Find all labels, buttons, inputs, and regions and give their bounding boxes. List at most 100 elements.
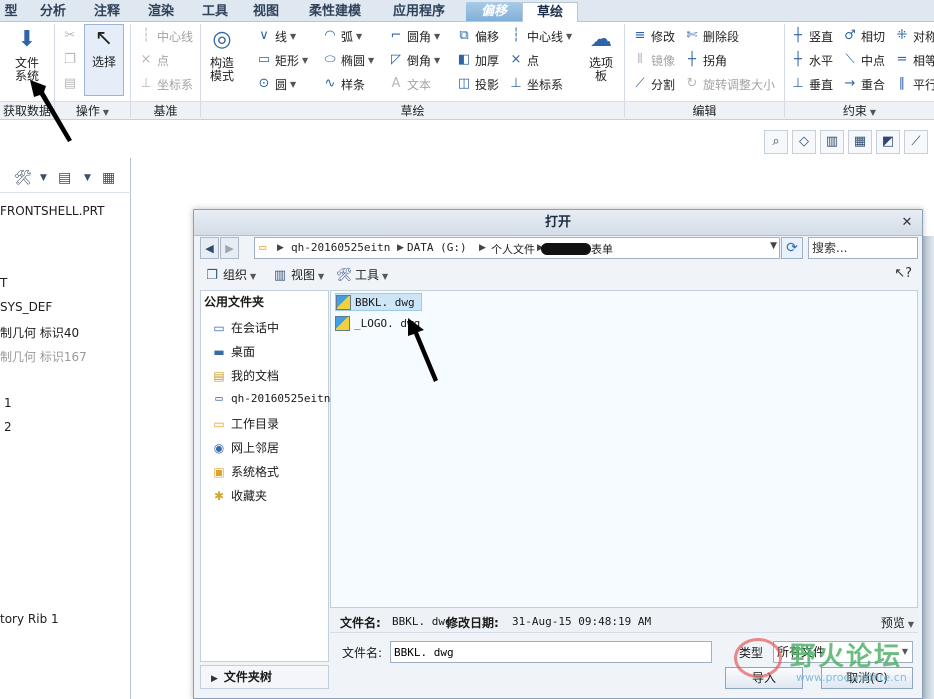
breadcrumb-forms[interactable]: 表单 [591,241,613,257]
parallel-constraint-button[interactable]: ∥ 平行 [894,74,934,94]
sketch-centerline-button[interactable]: ┆ 中心线 ▼ [508,26,572,46]
tab-sketch[interactable]: 草绘 [522,2,578,23]
tree-item-rib[interactable]: tory Rib 1 [0,612,59,626]
ellipse-button[interactable]: ⬭ 椭圆 ▼ [322,50,374,70]
tab-view[interactable]: 视图 [246,2,286,21]
chevron-down-icon[interactable]: ▼ [84,173,91,183]
tree-item-csys[interactable]: SYS_DEF [0,300,52,314]
corner-button[interactable]: ┼ 拐角 [684,50,727,70]
text-button[interactable]: A 文本 [388,74,431,94]
folder-tree-toggle[interactable]: ▶ 文件夹树 [200,665,329,689]
rotate-resize-button[interactable]: ↻ 旋转调整大小 [684,74,775,94]
tree-item-part[interactable]: FRONTSHELL.PRT [0,204,104,218]
tab-render[interactable]: 渲染 [140,2,182,21]
tab-annotate[interactable]: 注释 [86,2,128,21]
paste-button[interactable]: ▤ [62,74,81,94]
chevron-down-icon[interactable]: ▼ [770,241,777,251]
construct-mode-button[interactable]: ◎ 构造 模式 [204,26,240,83]
copy-button[interactable]: ❐ [62,50,81,70]
tab-model[interactable]: 型 [0,2,22,21]
address-bar[interactable]: ▭ ▶ qh-20160525eitn ▶ DATA (G:) ▶ 个人文件 ▶… [254,237,780,259]
view-orientation-button[interactable]: ◇ [792,130,816,154]
tab-applications[interactable]: 应用程序 [384,2,454,21]
filename-input[interactable] [390,641,712,663]
thicken-button[interactable]: ◧ 加厚 [456,50,499,70]
file-item[interactable]: _LOGO. dwg [335,314,426,332]
arc-button[interactable]: ◠ 弧 ▼ [322,26,362,46]
tab-offset[interactable]: 偏移 [466,2,522,21]
tree-settings-icon[interactable]: 🛠 [14,170,32,186]
delete-segment-button[interactable]: ✄ 删除段 [684,26,739,46]
tree-item-copy-geom-40[interactable]: 制几何 标识40 [0,324,79,341]
close-icon[interactable]: ✕ [899,215,915,231]
datum-point-button[interactable]: × 点 [138,50,169,70]
search-input[interactable]: 搜索... [808,237,918,259]
mirror-button[interactable]: ⫴ 镜像 [632,50,675,70]
preview-toggle[interactable]: 预览 ▼ [881,614,914,631]
tree-item[interactable]: T [0,276,7,290]
context-help-icon[interactable]: ↖? [894,266,912,281]
midpoint-constraint-button[interactable]: ⟍ 中点 [842,50,885,70]
equal-constraint-button[interactable]: = 相等 [894,50,934,70]
sidebar-item-my-documents[interactable]: ▤ 我的文档 [211,367,279,384]
sidebar-item-favorites[interactable]: ✱ 收藏夹 [211,487,267,504]
datum-csys-button[interactable]: ⊥ 坐标系 [138,74,193,94]
offset-button[interactable]: ⧉ 偏移 [456,26,499,46]
sketch-point-button[interactable]: × 点 [508,50,539,70]
tools-button[interactable]: 🛠 工具 ▼ [336,266,388,284]
coincident-constraint-button[interactable]: → 重合 [842,74,885,94]
horizontal-constraint-button[interactable]: ┼ 水平 [790,50,833,70]
sidebar-item-desktop[interactable]: ▬ 桌面 [211,343,255,360]
symmetric-constraint-button[interactable]: ⁜ 对称 [894,26,934,46]
breadcrumb-drive[interactable]: DATA (G:) [407,241,467,254]
sidebar-item-working-directory[interactable]: ▭ 工作目录 [211,415,279,432]
tab-tools[interactable]: 工具 [194,2,236,21]
perpendicular-constraint-button[interactable]: ⊥ 垂直 [790,74,833,94]
forward-button[interactable]: ▶ [220,237,239,259]
breadcrumb-personal[interactable]: 个人文件 [491,241,535,257]
tree-item[interactable]: 2 [4,420,12,434]
sketch-view-button[interactable]: ◩ [876,130,900,154]
project-button[interactable]: ◫ 投影 [456,74,499,94]
sidebar-item-in-session[interactable]: ▭ 在会话中 [211,319,279,336]
fillet-button[interactable]: ⌐ 圆角 ▼ [388,26,441,46]
sidebar-item-computer[interactable]: ▭ qh-20160525eitn [211,391,330,405]
tree-item-copy-geom-167[interactable]: 制几何 标识167 [0,348,87,365]
spline-button[interactable]: ∿ 样条 [322,74,365,94]
tree-columns-icon[interactable]: ▦ [102,170,115,186]
palette-button[interactable]: ☁ 选项 板 [582,26,620,83]
file-system-button[interactable]: ⬇ 文件 系统 [8,26,46,83]
datum-centerline-button[interactable]: ┆ 中心线 [138,26,193,46]
tab-analysis[interactable]: 分析 [32,2,74,21]
back-arrow-icon: ◀ [205,242,214,255]
divide-button[interactable]: ⟋ 分割 [632,74,675,94]
rectangle-button[interactable]: ▭ 矩形 ▼ [256,50,308,70]
zoom-fit-button[interactable]: ⌕ [764,130,788,154]
tree-filter-icon[interactable]: ▤ [58,170,71,186]
group-label-constrain[interactable]: 约束 ▼ [785,101,934,119]
datum-display-button[interactable]: ⟋ [904,130,928,154]
breadcrumb-host[interactable]: qh-20160525eitn [291,241,390,254]
tangent-constraint-button[interactable]: ♂ 相切 [842,26,885,46]
modify-button[interactable]: ≡ 修改 [632,26,675,46]
cut-button[interactable]: ✂ [62,26,81,46]
display-style-button[interactable]: ▦ [848,130,872,154]
group-label-operations[interactable]: 操作 ▼ [55,101,130,119]
sketch-csys-button[interactable]: ⊥ 坐标系 [508,74,563,94]
tab-flexible-modeling[interactable]: 柔性建模 [298,2,372,21]
sidebar-item-network[interactable]: ◉ 网上邻居 [211,439,279,456]
sidebar-item-system-formats[interactable]: ▣ 系统格式 [211,463,279,480]
file-item[interactable]: BBKL. dwg [335,293,422,311]
views-button[interactable]: ▥ 视图 ▼ [272,266,324,284]
organize-button[interactable]: ❐ 组织 ▼ [204,266,256,284]
line-button[interactable]: ∨ 线 ▼ [256,26,296,46]
saved-views-button[interactable]: ▥ [820,130,844,154]
chamfer-button[interactable]: ◸ 倒角 ▼ [388,50,440,70]
back-button[interactable]: ◀ [200,237,219,259]
vertical-constraint-button[interactable]: ┼ 竖直 [790,26,833,46]
select-button[interactable]: ↖ 选择 [84,24,124,96]
tree-item[interactable]: 1 [4,396,12,410]
chevron-down-icon[interactable]: ▼ [40,173,47,183]
circle-button[interactable]: ⊙ 圆 ▼ [256,74,297,94]
refresh-button[interactable]: ⟳ [781,237,803,259]
